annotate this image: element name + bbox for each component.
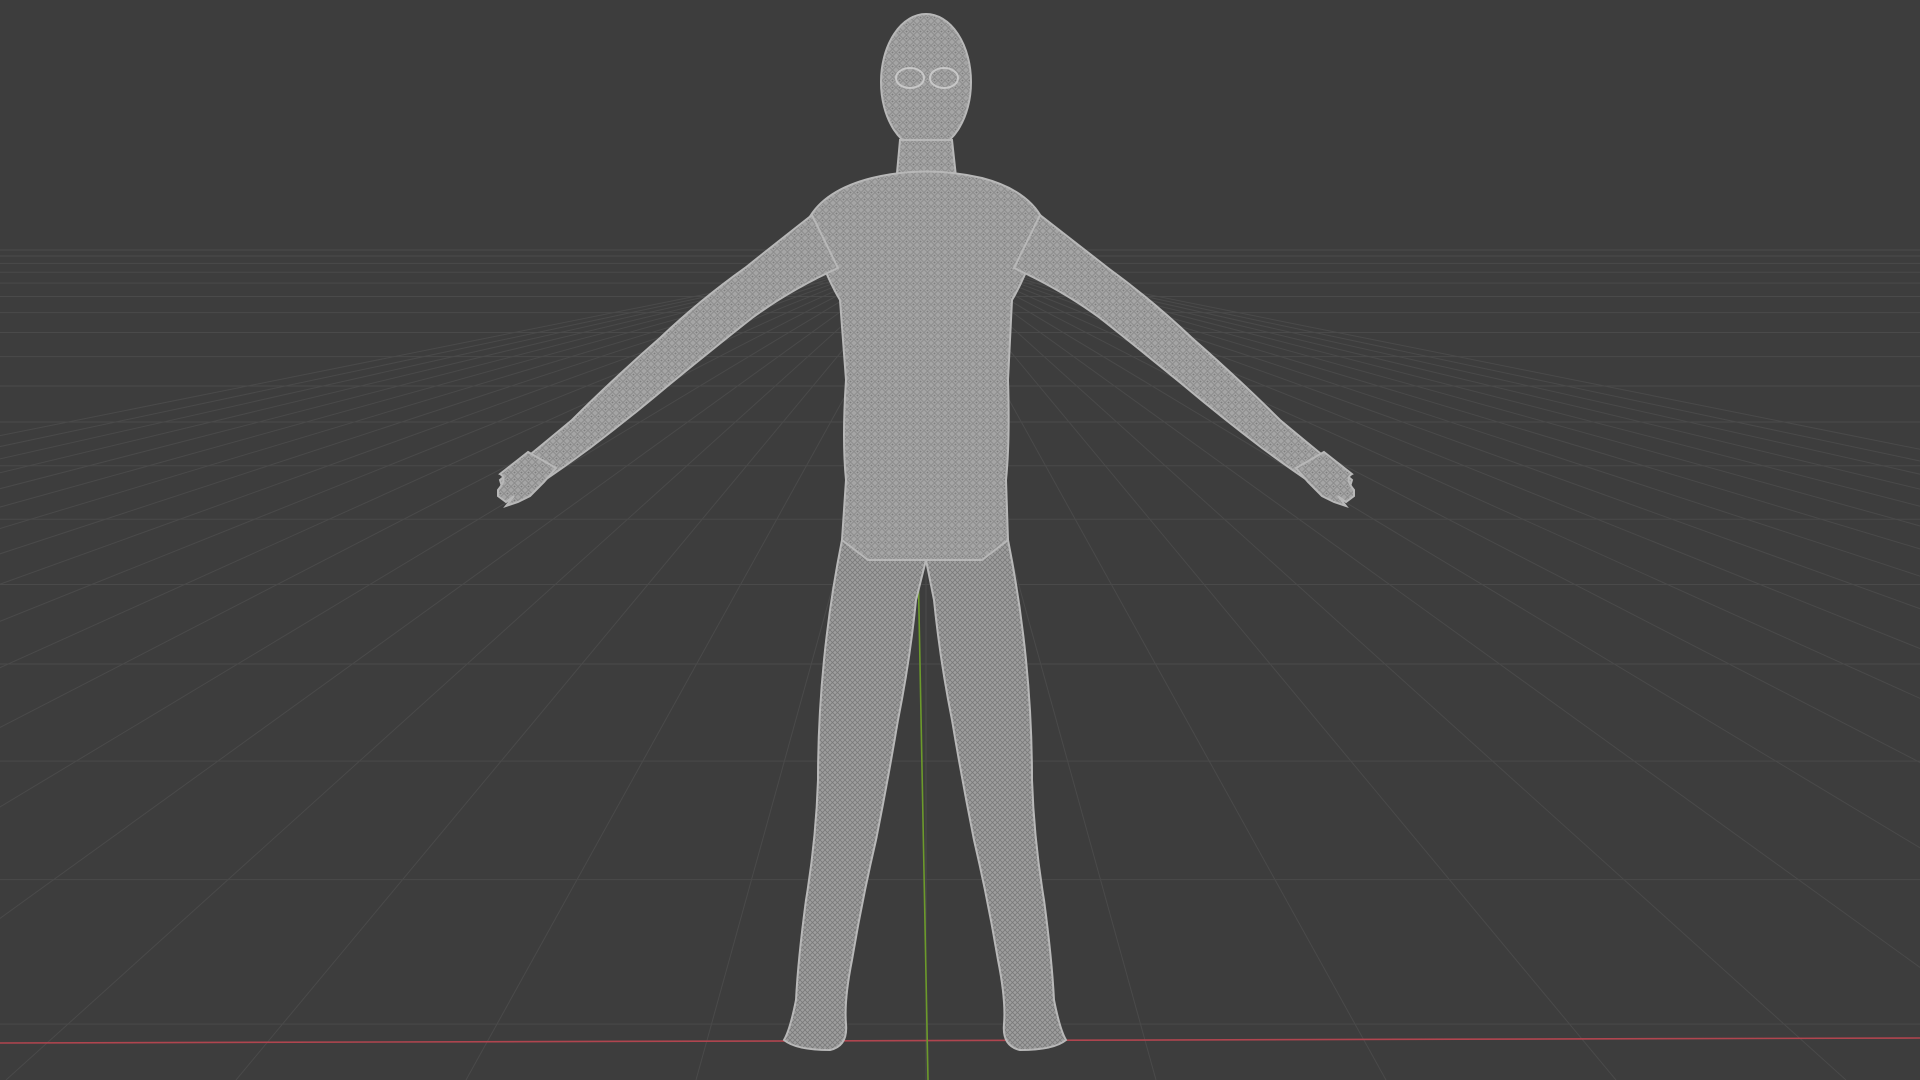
- viewport-canvas[interactable]: [0, 0, 1920, 1080]
- 3d-viewport[interactable]: [0, 0, 1920, 1080]
